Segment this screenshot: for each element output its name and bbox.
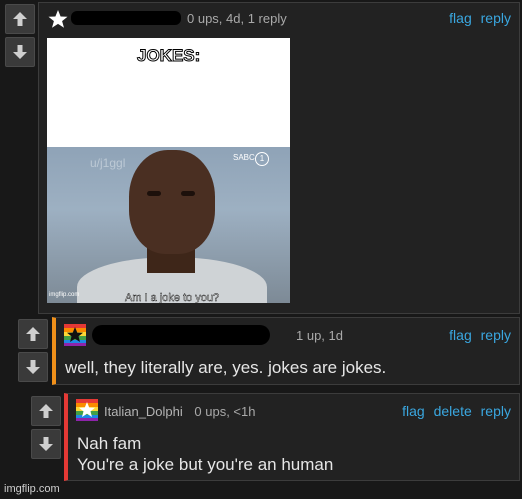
redacted-username <box>71 11 181 25</box>
upvote-button[interactable] <box>18 319 48 349</box>
rainbow-star-icon <box>76 399 98 421</box>
comment-actions: flag reply <box>444 10 511 26</box>
username[interactable]: Italian_Dolphi <box>104 404 183 419</box>
comment-meta: 0 ups, 4d, 1 reply <box>187 11 287 26</box>
vote-controls <box>5 4 35 67</box>
rainbow-star-icon <box>64 324 86 346</box>
upvote-button[interactable] <box>5 4 35 34</box>
face <box>129 150 215 254</box>
reply-link[interactable]: reply <box>481 403 511 419</box>
eye <box>181 191 195 196</box>
reply-link[interactable]: reply <box>481 10 511 26</box>
redacted-username <box>92 325 270 345</box>
watermark: u/j1ggl <box>90 156 126 170</box>
comment-1: 0 ups, 4d, 1 reply flag reply JOKES: u/j… <box>38 2 520 314</box>
comment-text: Nah fam You're a joke but you're an huma… <box>77 433 333 475</box>
flag-link[interactable]: flag <box>402 403 425 419</box>
comment-stats: 0 ups, <1h <box>194 404 256 419</box>
arrow-up-icon <box>13 12 27 26</box>
arrow-down-icon <box>13 45 27 59</box>
downvote-button[interactable] <box>5 37 35 67</box>
arrow-up-icon <box>26 327 40 341</box>
upvote-button[interactable] <box>31 396 61 426</box>
downvote-button[interactable] <box>18 352 48 382</box>
meme-photo: u/j1ggl SABC 1 Am I a joke to you? imgfl… <box>47 147 290 303</box>
comment-meta: 1 up, 1d <box>296 328 343 343</box>
arrow-up-icon <box>39 404 53 418</box>
flag-link[interactable]: flag <box>449 10 472 26</box>
comment-line: You're a joke but you're an human <box>77 455 334 474</box>
vote-controls <box>18 319 48 382</box>
channel-logo-text: SABC <box>233 153 255 162</box>
vote-controls <box>31 396 61 459</box>
flag-link[interactable]: flag <box>449 327 472 343</box>
comment-actions: flag delete reply <box>397 403 511 419</box>
delete-link[interactable]: delete <box>434 403 472 419</box>
site-watermark: imgflip.com <box>4 483 60 495</box>
comment-line: Nah fam <box>77 434 142 453</box>
meme-caption: Am I a joke to you? <box>125 292 220 303</box>
meme-title: JOKES: <box>136 46 201 66</box>
comment-meta: Italian_Dolphi 0 ups, <1h <box>104 404 255 419</box>
comment-2: 1 up, 1d flag reply well, they literally… <box>52 317 520 385</box>
meme-image[interactable]: JOKES: u/j1ggl SABC 1 Am I a joke to you… <box>47 38 290 303</box>
eye <box>147 191 161 196</box>
meme-source: imgflip.com <box>49 292 80 298</box>
reply-link[interactable]: reply <box>481 327 511 343</box>
comment-actions: flag reply <box>444 327 511 343</box>
comment-3: Italian_Dolphi 0 ups, <1h flag delete re… <box>64 393 520 481</box>
channel-logo-number: 1 <box>255 152 269 166</box>
downvote-button[interactable] <box>31 429 61 459</box>
arrow-down-icon <box>26 360 40 374</box>
arrow-down-icon <box>39 437 53 451</box>
star-icon <box>48 10 68 28</box>
comment-text: well, they literally are, yes. jokes are… <box>65 358 387 377</box>
